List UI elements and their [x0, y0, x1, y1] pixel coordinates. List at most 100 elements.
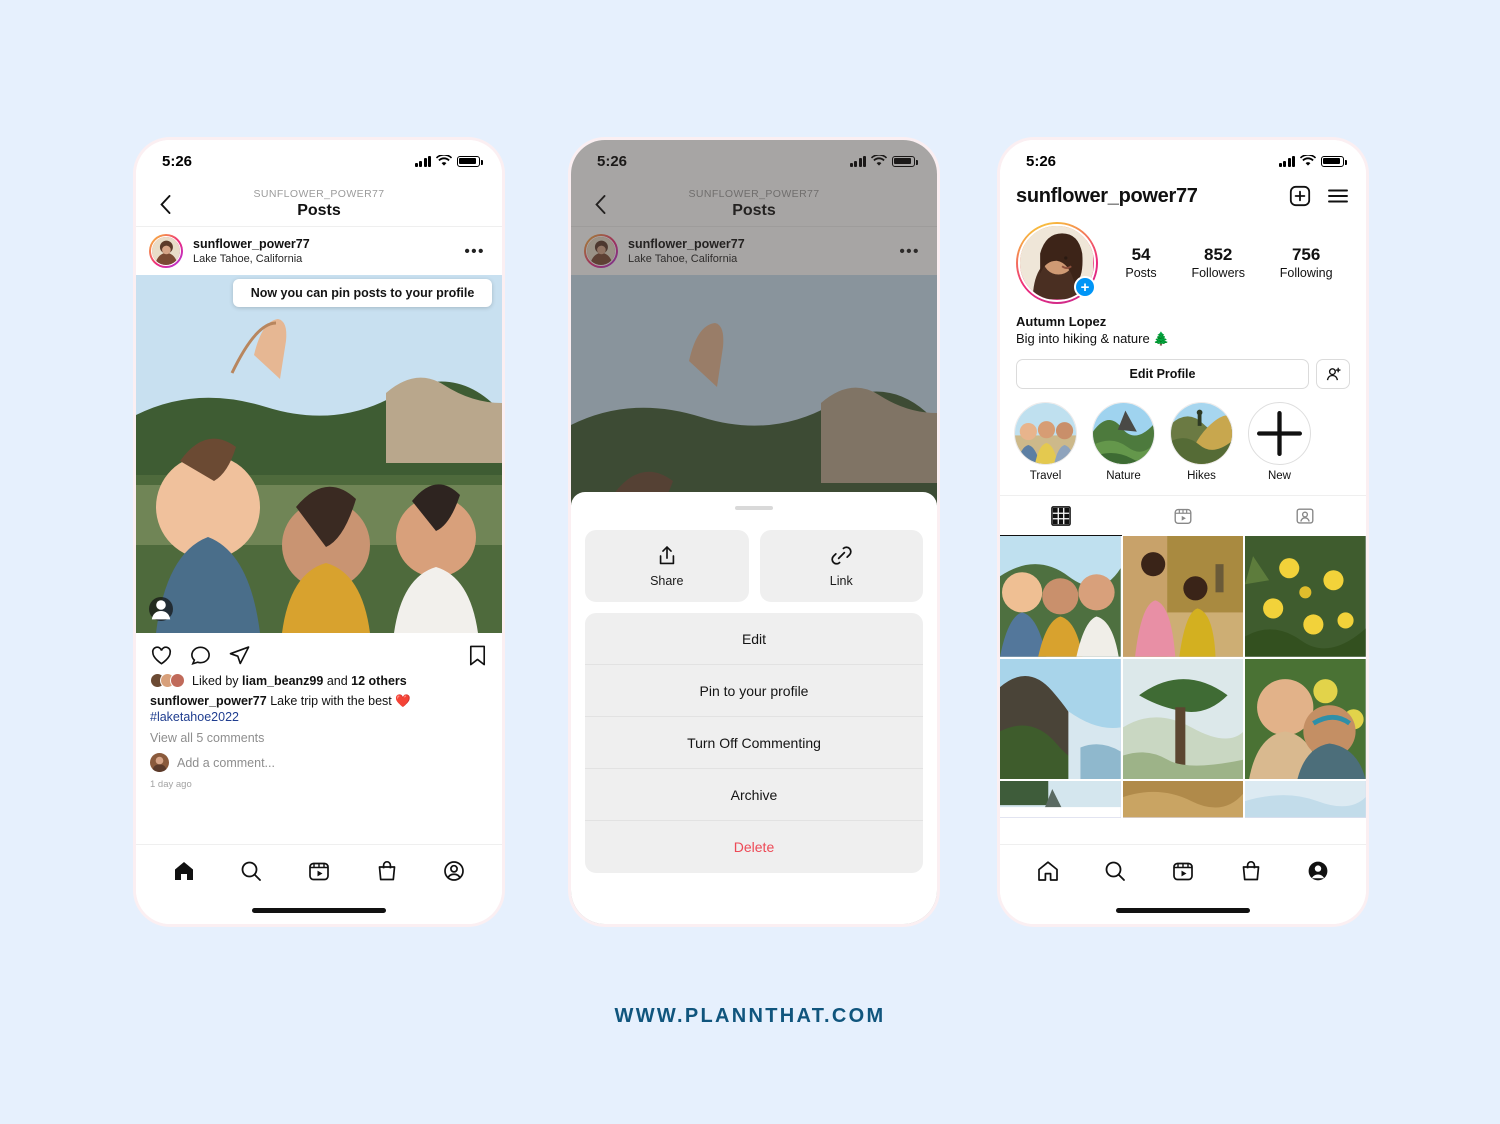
wifi-icon: [1300, 155, 1316, 166]
home-indicator: [136, 896, 502, 924]
search-icon[interactable]: [239, 859, 263, 883]
plus-box-icon[interactable]: [1288, 184, 1312, 208]
profile-icon[interactable]: [442, 859, 466, 883]
bottom-tab-bar: [136, 844, 502, 896]
highlight-travel[interactable]: Travel: [1014, 402, 1077, 482]
share-button[interactable]: Share: [585, 530, 749, 602]
profile-username[interactable]: sunflower_power77: [1016, 185, 1274, 208]
home-icon[interactable]: [172, 859, 196, 883]
liked-by-count[interactable]: 12 others: [351, 674, 407, 688]
grid-photo[interactable]: [1000, 781, 1121, 818]
sheet-item-pin-to-profile[interactable]: Pin to your profile: [585, 665, 923, 717]
cellular-signal-icon: [1278, 155, 1295, 167]
add-story-badge[interactable]: +: [1074, 276, 1096, 298]
grid-photo[interactable]: [1122, 781, 1244, 818]
link-label: Link: [829, 574, 853, 588]
highlight-new[interactable]: New: [1248, 402, 1311, 482]
chevron-left-icon[interactable]: [152, 191, 178, 217]
stat-label: Followers: [1191, 266, 1245, 280]
caption-hashtag[interactable]: #laketahoe2022: [150, 710, 239, 724]
link-button[interactable]: Link: [759, 530, 923, 602]
profile-stats-row: + 54 Posts 852 Followers 756 Following: [1000, 212, 1366, 304]
highlight-label: New: [1267, 470, 1291, 482]
status-bar: 5:26: [1000, 140, 1366, 182]
add-person-icon[interactable]: [1316, 359, 1350, 389]
profile-display-name: Autumn Lopez: [1016, 314, 1107, 329]
stat-following[interactable]: 756 Following: [1280, 244, 1333, 282]
post-author-row: sunflower_power77 Lake Tahoe, California…: [136, 227, 502, 275]
sheet-option-list: Edit Pin to your profile Turn Off Commen…: [585, 613, 923, 873]
avatar[interactable]: [149, 234, 183, 268]
story-highlights: Travel Nature Hikes New: [1000, 389, 1366, 482]
bookmark-icon[interactable]: [467, 644, 488, 667]
liked-by-row[interactable]: Liked by liam_beanz99 and 12 others: [136, 671, 502, 688]
tab-tagged[interactable]: [1244, 496, 1366, 536]
post-author-name[interactable]: sunflower_power77: [193, 237, 454, 252]
highlight-label: Hikes: [1187, 470, 1216, 482]
liked-by-prefix: Liked by: [192, 673, 239, 688]
stat-posts[interactable]: 54 Posts: [1125, 244, 1156, 282]
shop-icon[interactable]: [1239, 859, 1263, 883]
grid-photo[interactable]: [1245, 536, 1366, 657]
phone-mockup-profile-view: 5:26 sunflower_power77 + 54 Posts 852 Fo…: [1000, 140, 1366, 924]
profile-bio: Autumn Lopez Big into hiking & nature 🌲: [1000, 304, 1366, 348]
liked-by-user[interactable]: liam_beanz99: [242, 674, 323, 688]
tagged-people-icon[interactable]: [149, 597, 173, 621]
profile-tabs: [1000, 495, 1366, 536]
stat-number: 54: [1131, 245, 1151, 264]
tab-grid[interactable]: [1000, 496, 1122, 536]
wifi-icon: [436, 155, 452, 166]
grid-photo[interactable]: [1000, 658, 1121, 780]
reels-icon[interactable]: [1171, 859, 1195, 883]
comment-icon[interactable]: [189, 644, 212, 667]
search-icon[interactable]: [1103, 859, 1127, 883]
add-comment-placeholder[interactable]: Add a comment...: [177, 756, 275, 770]
link-icon: [831, 546, 852, 565]
grid-photo[interactable]: [1245, 781, 1366, 818]
plus-icon: [1257, 411, 1302, 456]
post-photo[interactable]: Now you can pin posts to your profile: [136, 275, 502, 633]
poster-canvas: 5:26 SUNFLOWER_POWER77 Posts sunflower_p…: [0, 0, 1500, 1124]
status-time: 5:26: [1026, 152, 1057, 170]
grid-photo[interactable]: [1122, 658, 1244, 780]
status-bar: 5:26: [136, 140, 502, 182]
tab-reels[interactable]: [1122, 496, 1244, 536]
cellular-signal-icon: [414, 155, 431, 167]
post-location[interactable]: Lake Tahoe, California: [193, 252, 454, 266]
sheet-item-delete[interactable]: Delete: [585, 821, 923, 873]
footer-url: WWW.PLANNTHAT.COM: [614, 1005, 886, 1027]
edit-profile-button[interactable]: Edit Profile: [1016, 359, 1309, 389]
grid-photo[interactable]: [1122, 536, 1244, 657]
post-caption: sunflower_power77 Lake trip with the bes…: [136, 688, 502, 725]
stat-number: 756: [1291, 245, 1321, 264]
highlight-hikes[interactable]: Hikes: [1170, 402, 1233, 482]
pin-posts-tooltip: Now you can pin posts to your profile: [233, 279, 492, 307]
home-indicator: [1000, 896, 1366, 924]
hamburger-menu-icon[interactable]: [1326, 184, 1350, 208]
avatar: [150, 753, 169, 772]
reels-icon[interactable]: [307, 859, 331, 883]
highlight-label: Nature: [1106, 470, 1141, 482]
more-options-icon[interactable]: •••: [464, 243, 489, 260]
profile-photo-grid: [1000, 536, 1366, 818]
view-all-comments[interactable]: View all 5 comments: [136, 725, 502, 745]
sheet-item-edit[interactable]: Edit: [585, 613, 923, 665]
highlight-nature[interactable]: Nature: [1092, 402, 1155, 482]
share-icon[interactable]: [228, 644, 251, 667]
add-comment-row[interactable]: Add a comment...: [136, 745, 502, 772]
status-time: 5:26: [162, 152, 193, 170]
heart-icon[interactable]: [150, 644, 173, 667]
sheet-item-archive[interactable]: Archive: [585, 769, 923, 821]
home-icon[interactable]: [1036, 859, 1060, 883]
grid-photo[interactable]: [1245, 658, 1366, 780]
caption-username[interactable]: sunflower_power77: [150, 694, 267, 708]
sheet-item-turn-off-commenting[interactable]: Turn Off Commenting: [585, 717, 923, 769]
profile-icon-filled[interactable]: [1306, 859, 1330, 883]
shop-icon[interactable]: [375, 859, 399, 883]
post-actions: [136, 633, 502, 671]
post-options-sheet: Share Link Edit Pin to your profile Turn…: [571, 492, 937, 924]
grid-photo[interactable]: [1000, 536, 1121, 657]
stat-followers[interactable]: 852 Followers: [1191, 244, 1245, 282]
sheet-grabber[interactable]: [735, 506, 773, 510]
tagged-icon: [1296, 507, 1314, 524]
